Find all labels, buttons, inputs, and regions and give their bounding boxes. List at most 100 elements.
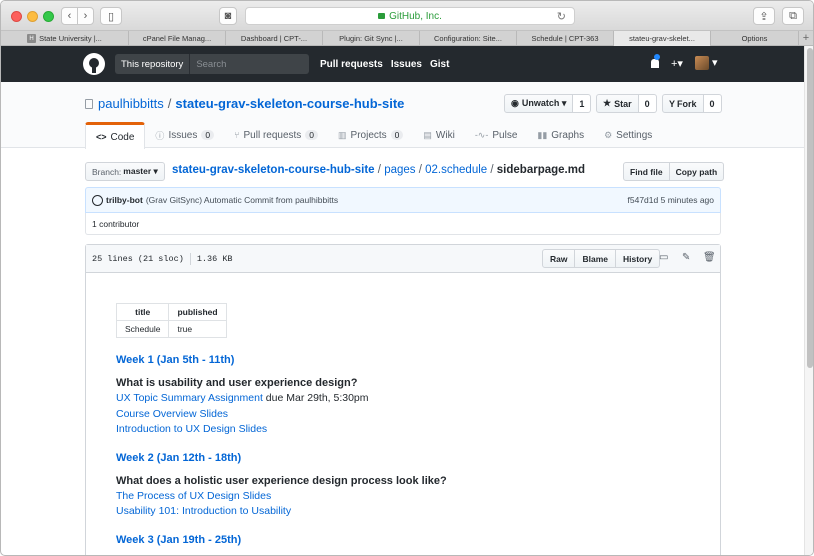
- nav-issues[interactable]: Issues: [391, 59, 422, 70]
- contributors-summary: 1 contributor: [85, 213, 721, 235]
- branch-select[interactable]: Branch: master ▾: [85, 162, 165, 181]
- tab-label: Options: [741, 34, 768, 43]
- unwatch-button[interactable]: ◉ Unwatch ▾: [504, 94, 574, 113]
- watch-group: ◉ Unwatch ▾ 1: [504, 94, 592, 113]
- tab-wiki[interactable]: ▤ Wiki: [413, 122, 464, 148]
- search-scope[interactable]: This repository: [115, 54, 191, 74]
- pull-requests-count: 0: [305, 130, 319, 140]
- search-input[interactable]: [190, 58, 301, 70]
- tab-graphs[interactable]: ▮▮ Graphs: [527, 122, 594, 148]
- browser-tab[interactable]: H State University |...: [1, 31, 129, 46]
- new-tab-button[interactable]: +: [799, 31, 813, 45]
- pencil-icon[interactable]: ✎: [682, 253, 692, 263]
- breadcrumb-pages-link[interactable]: pages: [384, 164, 415, 176]
- forward-button[interactable]: ›: [77, 7, 94, 25]
- raw-button[interactable]: Raw: [542, 249, 576, 268]
- contributors-link[interactable]: 1 contributor: [92, 219, 139, 229]
- tab-settings[interactable]: ⚙ Settings: [594, 122, 662, 148]
- tab-pull-requests[interactable]: ⑂ Pull requests 0: [224, 122, 328, 148]
- tab-projects[interactable]: ▥ Projects 0: [328, 122, 413, 148]
- close-window-button[interactable]: [11, 11, 22, 22]
- commit-message-link[interactable]: (Grav GitSync) Automatic Commit from pau…: [146, 195, 338, 205]
- share-button[interactable]: ⇪: [753, 7, 775, 25]
- table-row: Schedule true: [115, 320, 227, 338]
- week-heading: Week 2 (Jan 12th - 18th): [116, 451, 242, 464]
- github-logo-icon[interactable]: [83, 53, 105, 75]
- project-icon: ▥: [338, 129, 347, 140]
- minimize-window-button[interactable]: [27, 11, 38, 22]
- desktop-icon[interactable]: ▭: [659, 253, 669, 263]
- tab-label: Settings: [616, 129, 653, 141]
- watchers-count[interactable]: 1: [573, 94, 592, 113]
- reload-icon[interactable]: ↻: [557, 10, 566, 23]
- zoom-window-button[interactable]: [43, 11, 54, 22]
- repo-name-link[interactable]: stateu-grav-skeleton-course-hub-site: [175, 96, 404, 111]
- scrollbar-thumb[interactable]: [807, 48, 813, 368]
- browser-tab-active[interactable]: stateu-grav-skelet...: [614, 31, 711, 46]
- star-button[interactable]: ★ Star: [596, 94, 639, 113]
- tab-label: Code: [110, 131, 135, 143]
- browser-tab[interactable]: Plugin: Git Sync |...: [323, 31, 420, 46]
- fork-icon: Y: [669, 98, 676, 109]
- browser-tab[interactable]: Configuration: Site...: [420, 31, 517, 46]
- privacy-button[interactable]: ◙: [219, 7, 237, 25]
- repo-owner-link[interactable]: paulhibbitts: [98, 96, 164, 111]
- find-file-button[interactable]: Find file: [623, 162, 670, 181]
- search-box: This repository: [115, 54, 309, 74]
- browser-tab[interactable]: Options: [711, 31, 799, 46]
- nav-gist[interactable]: Gist: [430, 59, 449, 70]
- pull-request-icon: ⑂: [234, 130, 240, 140]
- branch-name: master ▾: [123, 166, 158, 176]
- path-separator: /: [377, 164, 381, 176]
- stars-count[interactable]: 0: [638, 94, 657, 113]
- graph-icon: ▮▮: [537, 129, 548, 140]
- tab-issues[interactable]: ⓘ Issues 0: [145, 122, 224, 148]
- table-row: title published: [115, 303, 227, 321]
- fork-button[interactable]: Y Fork: [662, 94, 704, 113]
- forks-count[interactable]: 0: [703, 94, 722, 113]
- path-separator: /: [418, 164, 422, 176]
- history-button[interactable]: History: [615, 249, 661, 268]
- gear-icon: ⚙: [604, 129, 613, 140]
- sidebar-toggle-button[interactable]: ▯: [100, 7, 122, 25]
- slides-link[interactable]: Introduction to UX Design Slides: [116, 422, 676, 438]
- assignment-link[interactable]: UX Topic Summary Assignment: [116, 392, 263, 404]
- tab-pulse[interactable]: -∿- Pulse: [465, 122, 528, 148]
- page-scrollbar[interactable]: [804, 46, 813, 555]
- slides-link[interactable]: Course Overview Slides: [116, 407, 676, 423]
- repo-nav: <> Code ⓘ Issues 0 ⑂ Pull requests 0 ▥ P…: [85, 122, 662, 149]
- breadcrumb-file-name: sidebarpage.md: [496, 164, 585, 176]
- trash-icon[interactable]: 🗑: [703, 253, 716, 263]
- unread-dot: [654, 53, 660, 60]
- repo-icon: [85, 98, 93, 109]
- repo-title: paulhibbitts / stateu-grav-skeleton-cour…: [85, 96, 404, 111]
- commit-author-link[interactable]: trilby-bot: [106, 195, 143, 205]
- tab-label: State University |...: [39, 34, 102, 43]
- user-menu[interactable]: ▾: [694, 56, 718, 71]
- unwatch-label: Unwatch ▾: [521, 98, 567, 108]
- tab-label: stateu-grav-skelet...: [629, 34, 695, 43]
- address-bar[interactable]: GitHub, Inc. ↻: [245, 7, 575, 25]
- article-link[interactable]: Usability 101: Introduction to Usability: [116, 504, 676, 520]
- breadcrumb-schedule-link[interactable]: 02.schedule: [425, 164, 487, 176]
- browser-tab[interactable]: Dashboard | CPT-...: [226, 31, 323, 46]
- notifications-bell-icon[interactable]: [651, 53, 660, 68]
- path-separator: /: [490, 164, 494, 176]
- tabs-icon: ⧉: [789, 9, 797, 22]
- favicon-icon: H: [27, 34, 37, 43]
- breadcrumb-repo-link[interactable]: stateu-grav-skeleton-course-hub-site: [172, 164, 375, 176]
- blame-button[interactable]: Blame: [574, 249, 616, 268]
- copy-path-button[interactable]: Copy path: [669, 162, 725, 181]
- show-tabs-button[interactable]: ⧉: [782, 7, 804, 25]
- browser-tab[interactable]: cPanel File Manag...: [129, 31, 226, 46]
- nav-pull-requests[interactable]: Pull requests: [320, 59, 383, 70]
- eye-icon: ◉: [511, 98, 519, 108]
- week-heading: Week 3 (Jan 19th - 25th): [116, 533, 242, 546]
- browser-tab[interactable]: Schedule | CPT-363: [517, 31, 614, 46]
- commit-sha-link[interactable]: f547d1d 5 minutes ago: [628, 195, 714, 205]
- tab-label: Wiki: [435, 129, 455, 141]
- tab-code[interactable]: <> Code: [85, 122, 146, 149]
- back-button[interactable]: ‹: [61, 7, 78, 25]
- create-new-button[interactable]: +▾: [671, 57, 683, 70]
- slides-link[interactable]: The Process of UX Design Slides: [116, 489, 676, 505]
